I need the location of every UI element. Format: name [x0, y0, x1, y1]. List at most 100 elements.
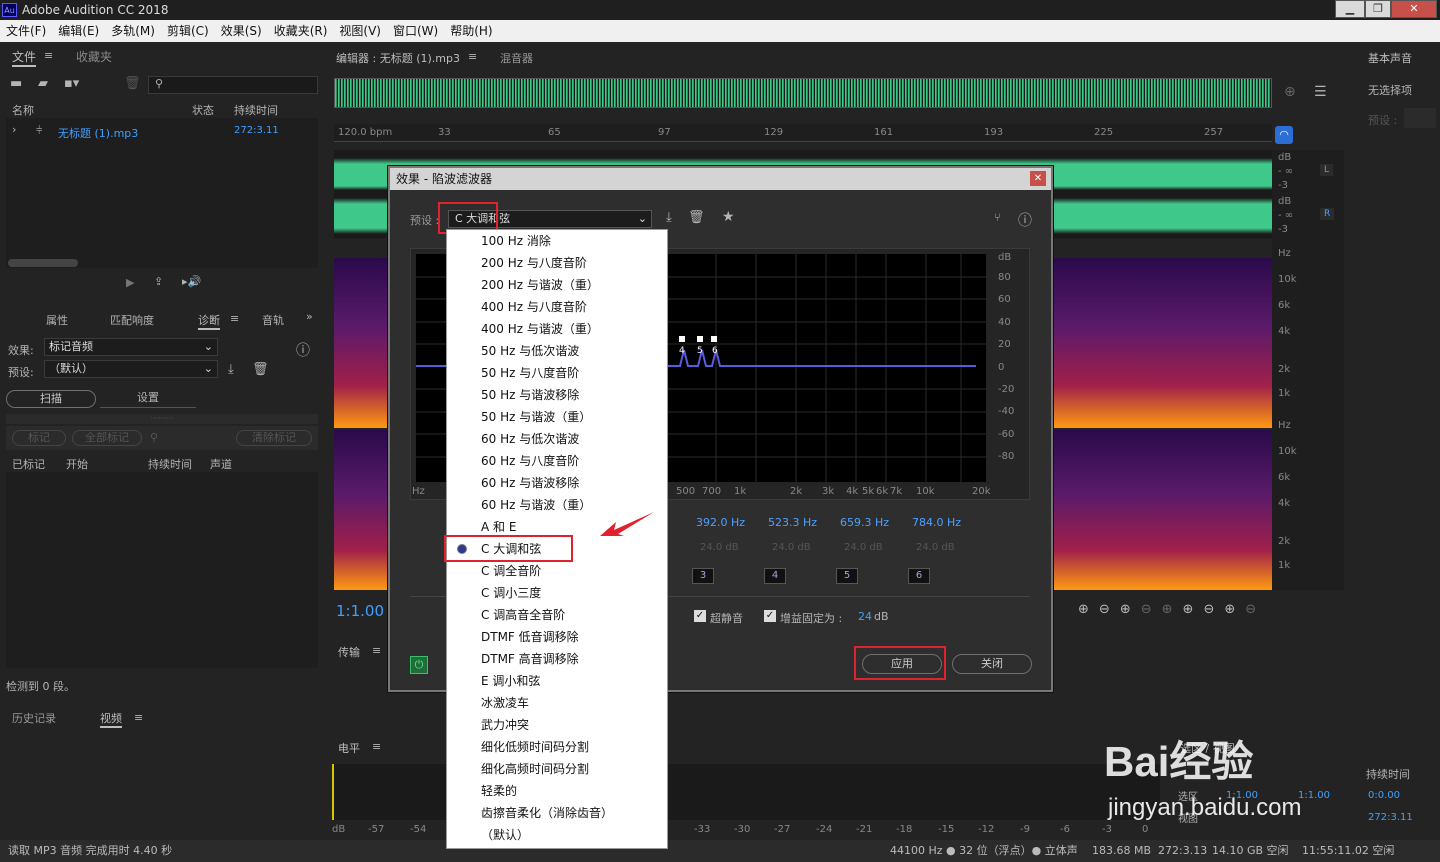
selection-end[interactable]: 1:1.00 — [1298, 790, 1330, 801]
left-channel-button[interactable]: L — [1320, 164, 1334, 176]
loop-icon[interactable]: ⇪ — [154, 275, 163, 288]
dropdown-item[interactable]: 冰激凌车 — [447, 692, 667, 714]
panel-menu-icon[interactable]: ≡ — [468, 50, 477, 63]
scan-button[interactable]: 扫描 — [6, 390, 96, 408]
zoom-selection-icon[interactable]: ⊕ — [1162, 602, 1183, 617]
tab-tracks[interactable]: 音轨 — [262, 312, 284, 328]
dropdown-item[interactable]: 400 Hz 与八度音阶 — [447, 296, 667, 318]
col-channel[interactable]: 声道 — [210, 456, 232, 472]
dropdown-item[interactable]: 50 Hz 与低次谐波 — [447, 340, 667, 362]
horizontal-scrollbar[interactable] — [8, 259, 78, 267]
more-tabs-icon[interactable]: » — [306, 310, 313, 323]
headphones-icon[interactable]: ◠ — [1275, 126, 1293, 144]
power-toggle-icon[interactable]: ⏻ — [410, 656, 428, 674]
delete-icon[interactable]: 🗑 — [124, 76, 141, 91]
open-file-icon[interactable]: ▬ — [10, 76, 22, 91]
dropdown-item[interactable]: 齿擦音柔化（消除齿音） — [447, 802, 667, 824]
band-handle[interactable] — [711, 336, 717, 342]
band-number[interactable]: 3 — [692, 568, 714, 584]
resize-handle[interactable]: ········· — [6, 414, 318, 424]
band-gain[interactable]: 24.0 dB — [916, 542, 955, 553]
delete-preset-icon[interactable]: 🗑 — [252, 362, 269, 377]
dropdown-item[interactable]: 400 Hz 与谐波（重） — [447, 318, 667, 340]
menu-favorites[interactable]: 收藏夹(R) — [274, 24, 328, 38]
menu-clip[interactable]: 剪辑(C) — [167, 24, 209, 38]
dropdown-item[interactable]: 200 Hz 与八度音阶 — [447, 252, 667, 274]
effect-select[interactable]: 标记音频 ⌄ — [44, 338, 218, 356]
menu-edit[interactable]: 编辑(E) — [58, 24, 99, 38]
col-status[interactable]: 状态 — [192, 102, 214, 118]
band-number[interactable]: 5 — [836, 568, 858, 584]
gain-fixed-checkbox[interactable]: ✓ — [764, 610, 776, 622]
band-gain[interactable]: 24.0 dB — [700, 542, 739, 553]
band-frequency[interactable]: 659.3 Hz — [840, 516, 889, 529]
list-item[interactable]: › ⫩ 无标题 (1).mp3 272:3.11 — [6, 122, 318, 140]
dropdown-item[interactable]: 50 Hz 与八度音阶 — [447, 362, 667, 384]
mixer-tab[interactable]: 混音器 — [500, 50, 533, 66]
ultra-quiet-checkbox[interactable]: ✓ — [694, 610, 706, 622]
routing-icon[interactable]: ⑂ — [994, 211, 1001, 224]
zoom-icon[interactable]: ⚲ — [150, 431, 158, 444]
band-number[interactable]: 6 — [908, 568, 930, 584]
maximize-button[interactable]: ❐ — [1365, 0, 1391, 18]
zoom-full-icon[interactable]: ⊕ — [1224, 602, 1245, 617]
dropdown-item[interactable]: 60 Hz 与八度音阶 — [447, 450, 667, 472]
mark-all-button[interactable]: 全部标记 — [72, 430, 142, 446]
clear-marks-button[interactable]: 清除标记 — [236, 430, 312, 446]
info-icon[interactable]: ⓘ — [1018, 210, 1032, 230]
panel-menu-icon[interactable]: ≡ — [134, 711, 143, 724]
band-gain[interactable]: 24.0 dB — [772, 542, 811, 553]
band-frequency[interactable]: 523.3 Hz — [768, 516, 817, 529]
menu-help[interactable]: 帮助(H) — [450, 24, 492, 38]
menu-effects[interactable]: 效果(S) — [221, 24, 262, 38]
menu-view[interactable]: 视图(V) — [339, 24, 381, 38]
view-duration[interactable]: 272:3.11 — [1368, 812, 1413, 823]
minimize-button[interactable]: ▁ — [1335, 0, 1365, 18]
tab-diagnostics[interactable]: 诊断 — [198, 312, 220, 330]
panel-menu-icon[interactable]: ≡ — [372, 644, 381, 657]
play-icon[interactable]: ▶ — [126, 276, 134, 289]
new-file-icon[interactable]: ▪▾ — [64, 76, 79, 91]
dropdown-item[interactable]: C 调全音阶 — [447, 560, 667, 582]
settings-button[interactable]: 设置 — [100, 390, 196, 408]
dropdown-item[interactable]: 轻柔的 — [447, 780, 667, 802]
dialog-close-icon[interactable]: ✕ — [1030, 171, 1046, 186]
band-gain[interactable]: 24.0 dB — [844, 542, 883, 553]
zoom-in-point-icon[interactable]: ⊕ — [1183, 602, 1204, 617]
essential-sound-title[interactable]: 基本声音 — [1368, 50, 1412, 66]
tab-match-loudness[interactable]: 匹配响度 — [110, 312, 154, 328]
dropdown-item[interactable]: 50 Hz 与谐波移除 — [447, 384, 667, 406]
tab-favorites[interactable]: 收藏夹 — [76, 48, 112, 65]
tab-files[interactable]: 文件 — [12, 48, 37, 67]
col-start[interactable]: 开始 — [66, 456, 88, 472]
band-frequency[interactable]: 392.0 Hz — [696, 516, 745, 529]
dropdown-item[interactable]: 60 Hz 与低次谐波 — [447, 428, 667, 450]
dropdown-item[interactable]: 武力冲突 — [447, 714, 667, 736]
band-handle[interactable] — [697, 336, 703, 342]
zoom-in-time-icon[interactable]: ⊕ — [1120, 602, 1141, 617]
dropdown-item[interactable]: DTMF 低音调移除 — [447, 626, 667, 648]
tab-video[interactable]: 视频 — [100, 710, 122, 728]
expand-chevron-icon[interactable]: › — [12, 123, 16, 136]
list-icon[interactable]: ☰ — [1314, 84, 1327, 100]
save-preset-icon[interactable]: ⤓ — [666, 210, 672, 225]
close-window-button[interactable]: ✕ — [1391, 0, 1437, 18]
dropdown-item[interactable]: 200 Hz 与谐波（重） — [447, 274, 667, 296]
menu-multitrack[interactable]: 多轨(M) — [111, 24, 155, 38]
col-duration[interactable]: 持续时间 — [148, 456, 192, 472]
menu-file[interactable]: 文件(F) — [6, 24, 46, 38]
panel-menu-icon[interactable]: ≡ — [44, 49, 53, 62]
band-number[interactable]: 4 — [764, 568, 786, 584]
preset-select[interactable] — [1404, 108, 1436, 128]
dropdown-item[interactable]: C 调小三度 — [447, 582, 667, 604]
mark-button[interactable]: 标记 — [12, 430, 66, 446]
favorite-star-icon[interactable]: ★ — [722, 209, 735, 225]
dropdown-item[interactable]: 细化高频时间码分割 — [447, 758, 667, 780]
selection-duration[interactable]: 0:0.00 — [1368, 790, 1400, 801]
zoom-tool-icon[interactable]: ⊕ — [1284, 84, 1296, 100]
dropdown-item[interactable]: 100 Hz 消除 — [447, 230, 667, 252]
tab-properties[interactable]: 属性 — [46, 312, 68, 328]
dropdown-item[interactable]: 60 Hz 与谐波移除 — [447, 472, 667, 494]
right-channel-button[interactable]: R — [1320, 208, 1335, 220]
menu-window[interactable]: 窗口(W) — [393, 24, 438, 38]
